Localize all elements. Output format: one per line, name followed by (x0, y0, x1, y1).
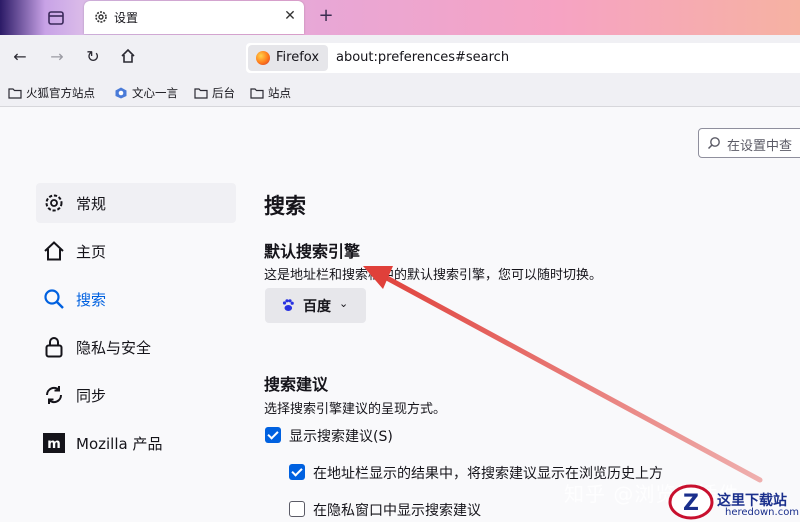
wenxin-icon (115, 87, 127, 99)
close-tab-icon[interactable]: ✕ (282, 8, 298, 24)
default-engine-description: 这是地址栏和搜索栏中的默认搜索引擎，您可以随时切换。 (264, 268, 603, 283)
sidebar-item-mozilla-products[interactable]: m Mozilla 产品 (40, 423, 235, 463)
sidebar-item-label: 同步 (76, 387, 107, 405)
logo-domain: heredown.com (725, 507, 800, 518)
suggestions-above-history-checkbox[interactable] (289, 464, 305, 480)
bookmark-item[interactable]: 文心一言 (114, 85, 178, 101)
firefox-view-icon[interactable] (46, 8, 66, 28)
tab-strip-left-gradient (0, 0, 82, 35)
folder-icon (250, 88, 264, 99)
sidebar-item-label: 隐私与安全 (76, 339, 152, 357)
site-logo-icon: Z (668, 484, 714, 520)
suggestions-heading: 搜索建议 (264, 375, 329, 394)
folder-icon (194, 88, 208, 99)
sidebar-item-general[interactable]: 常规 (36, 183, 236, 223)
baidu-paw-icon (282, 299, 294, 311)
new-tab-button[interactable]: + (316, 6, 336, 26)
chevron-down-icon: ⌄ (339, 297, 349, 310)
page-title: 搜索 (264, 194, 306, 218)
gear-icon (45, 194, 63, 212)
private-window-suggestions-label[interactable]: 在隐私窗口中显示搜索建议 (313, 500, 481, 520)
search-icon (707, 137, 720, 150)
mozilla-icon: m (43, 433, 65, 453)
search-icon (44, 289, 64, 309)
bookmarks-bar: 火狐官方站点 文心一言 后台 站点 (0, 80, 800, 107)
home-icon (44, 241, 64, 261)
sidebar-item-label: 搜索 (76, 291, 107, 309)
private-window-suggestions-checkbox[interactable] (289, 501, 305, 517)
sidebar-item-home[interactable]: 主页 (40, 231, 235, 271)
sidebar-item-sync[interactable]: 同步 (40, 375, 235, 415)
tab-strip: 设置 ✕ + (0, 0, 800, 35)
show-suggestions-label[interactable]: 显示搜索建议(S) (289, 426, 393, 446)
default-engine-heading: 默认搜索引擎 (264, 242, 361, 261)
svg-text:m: m (47, 437, 61, 452)
sidebar-item-label: 常规 (76, 195, 107, 213)
nav-bar: ← → ↻ Firefox about:preferences#search (0, 35, 800, 80)
svg-text:Z: Z (683, 491, 699, 516)
url-bar[interactable]: Firefox about:preferences#search (246, 43, 800, 73)
bookmark-item[interactable]: 火狐官方站点 (8, 85, 95, 101)
default-engine-name: 百度 (303, 299, 331, 315)
tab-settings[interactable]: 设置 ✕ (84, 1, 304, 34)
site-logo: Z 这里下载站 heredown.com (668, 480, 800, 522)
sidebar-item-label: 主页 (76, 243, 107, 261)
sidebar-item-privacy[interactable]: 隐私与安全 (40, 327, 235, 367)
lock-icon (45, 337, 63, 358)
sidebar-item-search[interactable]: 搜索 (40, 279, 235, 319)
sidebar-item-label: Mozilla 产品 (76, 435, 163, 453)
firefox-logo-icon (256, 51, 270, 65)
search-placeholder: 在设置中查 (727, 139, 793, 154)
gear-icon (95, 11, 107, 23)
tab-title: 设置 (114, 11, 139, 25)
home-button-icon[interactable] (118, 47, 138, 67)
forward-icon[interactable]: → (47, 47, 67, 67)
reload-icon[interactable]: ↻ (83, 47, 103, 67)
folder-icon (8, 88, 22, 99)
show-suggestions-checkbox[interactable] (265, 427, 281, 443)
suggestions-description: 选择搜索引擎建议的呈现方式。 (264, 402, 447, 417)
sync-icon (45, 386, 63, 404)
identity-box[interactable]: Firefox (248, 45, 328, 71)
bookmark-item[interactable]: 后台 (194, 85, 235, 101)
back-icon[interactable]: ← (10, 47, 30, 67)
bookmark-item[interactable]: 站点 (250, 85, 291, 101)
identity-label: Firefox (276, 50, 320, 65)
default-engine-select[interactable]: 百度 ⌄ (265, 288, 366, 323)
settings-search-input[interactable]: 在设置中查 (698, 128, 800, 158)
url-text[interactable]: about:preferences#search (336, 50, 509, 65)
